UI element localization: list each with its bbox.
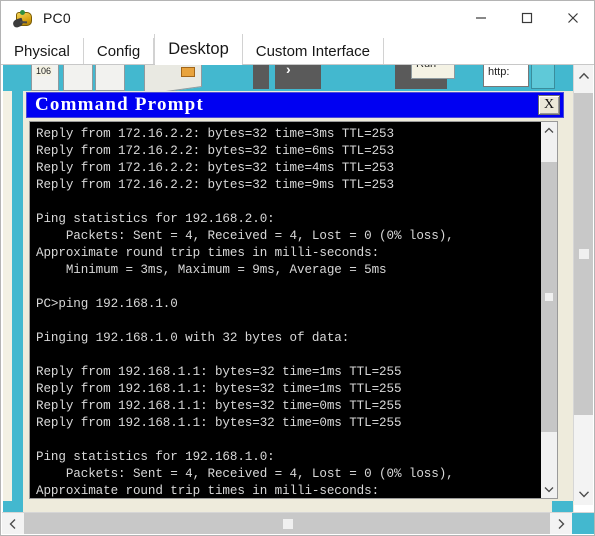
tab-custom-interface[interactable]: Custom Interface bbox=[242, 38, 384, 64]
terminal-line: Reply from 172.16.2.2: bytes=32 time=9ms… bbox=[36, 178, 394, 192]
terminal-line: Reply from 172.16.2.2: bytes=32 time=4ms… bbox=[36, 161, 394, 175]
chevron-down-icon[interactable] bbox=[574, 483, 593, 505]
window-controls bbox=[458, 1, 594, 35]
http-label: http: bbox=[488, 66, 510, 78]
scrollbar-corner bbox=[572, 513, 594, 534]
desktop-icon-9[interactable] bbox=[531, 65, 555, 89]
maximize-icon[interactable] bbox=[504, 1, 550, 35]
terminal-line: Reply from 192.168.1.1: bytes=32 time=0m… bbox=[36, 416, 402, 430]
terminal-line: Minimum = 3ms, Maximum = 9ms, Average = … bbox=[36, 263, 387, 277]
terminal-frame: Reply from 172.16.2.2: bytes=32 time=3ms… bbox=[29, 121, 558, 499]
tab-bar: Physical Config Desktop Custom Interface bbox=[1, 34, 594, 65]
tab-desktop[interactable]: Desktop bbox=[154, 34, 243, 65]
desktop-icon-5 bbox=[181, 67, 195, 77]
desktop-icon-7[interactable] bbox=[275, 65, 321, 89]
canvas-left-edge-inner bbox=[3, 91, 12, 505]
page-horizontal-scrollbar[interactable] bbox=[2, 512, 594, 534]
command-prompt-title: Command Prompt bbox=[35, 94, 204, 115]
chevron-down-icon[interactable] bbox=[541, 481, 557, 498]
window-title: PC0 bbox=[43, 10, 71, 26]
desktop-icon-2[interactable] bbox=[63, 65, 93, 91]
close-icon[interactable] bbox=[550, 1, 594, 35]
command-prompt-titlebar[interactable]: Command Prompt X bbox=[26, 92, 564, 118]
terminal-line: Reply from 192.168.1.1: bytes=32 time=1m… bbox=[36, 382, 402, 396]
chevron-up-icon[interactable] bbox=[574, 65, 593, 87]
terminal-line: Pinging 192.168.1.0 with 32 bytes of dat… bbox=[36, 331, 350, 345]
tab-config[interactable]: Config bbox=[83, 38, 155, 64]
packet-tracer-icon bbox=[12, 8, 33, 29]
window-titlebar[interactable]: PC0 bbox=[1, 1, 594, 35]
desktop-icon-3[interactable] bbox=[95, 65, 125, 91]
page-scroll-thumb[interactable] bbox=[574, 93, 593, 415]
terminal-line: Ping statistics for 192.168.2.0: bbox=[36, 212, 275, 226]
terminal-scroll-thumb[interactable] bbox=[541, 162, 557, 432]
terminal-line: Packets: Sent = 4, Received = 4, Lost = … bbox=[36, 229, 454, 243]
desktop-icon-badge: 106 bbox=[35, 66, 53, 76]
pc0-window: PC0 Physical Config Desktop Custom Inter… bbox=[0, 0, 595, 536]
chevron-right-icon: › bbox=[286, 65, 291, 77]
run-label: Run bbox=[415, 65, 437, 70]
terminal-line: Reply from 172.16.2.2: bytes=32 time=3ms… bbox=[36, 127, 394, 141]
horizontal-scroll-thumb[interactable] bbox=[24, 513, 552, 534]
terminal-line: PC>ping 192.168.1.0 bbox=[36, 297, 178, 311]
tab-physical[interactable]: Physical bbox=[1, 38, 84, 64]
scroll-thumb-grip bbox=[545, 293, 553, 301]
command-prompt-close-button[interactable]: X bbox=[538, 95, 560, 115]
scroll-thumb-grip bbox=[579, 249, 589, 259]
chevron-up-icon[interactable] bbox=[541, 122, 557, 139]
terminal-line: Packets: Sent = 4, Received = 4, Lost = … bbox=[36, 467, 454, 481]
chevron-left-icon[interactable] bbox=[2, 513, 24, 534]
desktop-icon-strip: 106 › Run http: bbox=[3, 65, 574, 91]
scroll-thumb-grip bbox=[283, 518, 293, 529]
chevron-right-icon[interactable] bbox=[550, 513, 572, 534]
terminal-vertical-scrollbar[interactable] bbox=[540, 122, 557, 498]
terminal-line: Reply from 172.16.2.2: bytes=32 time=6ms… bbox=[36, 144, 394, 158]
terminal-line: Ping statistics for 192.168.1.0: bbox=[36, 450, 275, 464]
terminal-line: Reply from 192.168.1.1: bytes=32 time=1m… bbox=[36, 365, 402, 379]
terminal-line: Approximate round trip times in milli-se… bbox=[36, 246, 380, 260]
minimize-icon[interactable] bbox=[458, 1, 504, 35]
command-prompt-window: Command Prompt X Reply from 172.16.2.2: … bbox=[26, 92, 564, 504]
terminal-line: Approximate round trip times in milli-se… bbox=[36, 484, 380, 498]
page-vertical-scrollbar[interactable] bbox=[573, 65, 593, 505]
terminal-line: Reply from 192.168.1.1: bytes=32 time=0m… bbox=[36, 399, 402, 413]
desktop-icon-6[interactable] bbox=[253, 65, 269, 89]
terminal-output[interactable]: Reply from 172.16.2.2: bytes=32 time=3ms… bbox=[30, 122, 540, 498]
